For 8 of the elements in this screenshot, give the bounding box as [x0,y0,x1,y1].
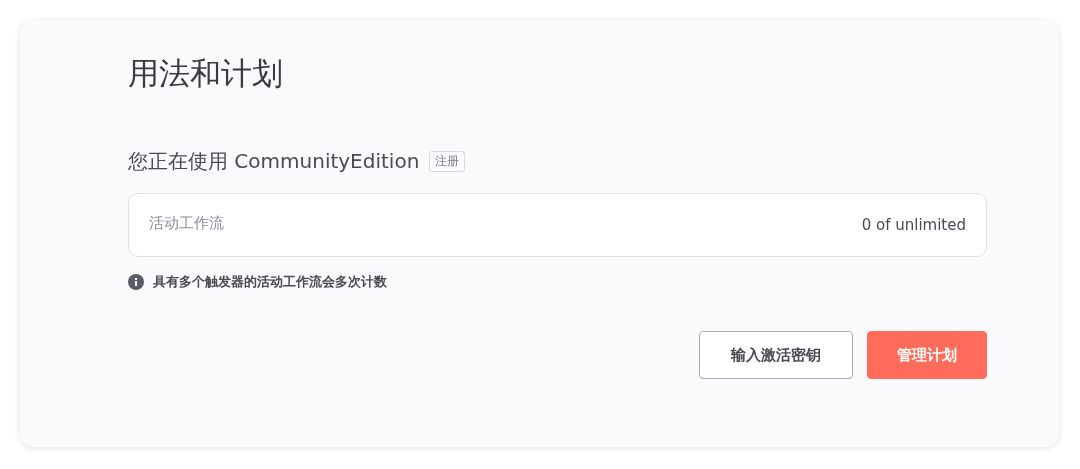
plan-text: 您正在使用 CommunityEdition [128,148,420,175]
usage-label: 活动工作流 [149,213,224,233]
register-tag: 注册 [429,151,466,172]
note-text: 具有多个触发器的活动工作流会多次计数 [153,273,387,291]
activation-key-button[interactable]: 输入激活密钥 [699,331,853,379]
page-title: 用法和计划 [128,54,284,92]
usage-value: 0 of unlimited [861,216,966,234]
info-icon [128,274,144,290]
